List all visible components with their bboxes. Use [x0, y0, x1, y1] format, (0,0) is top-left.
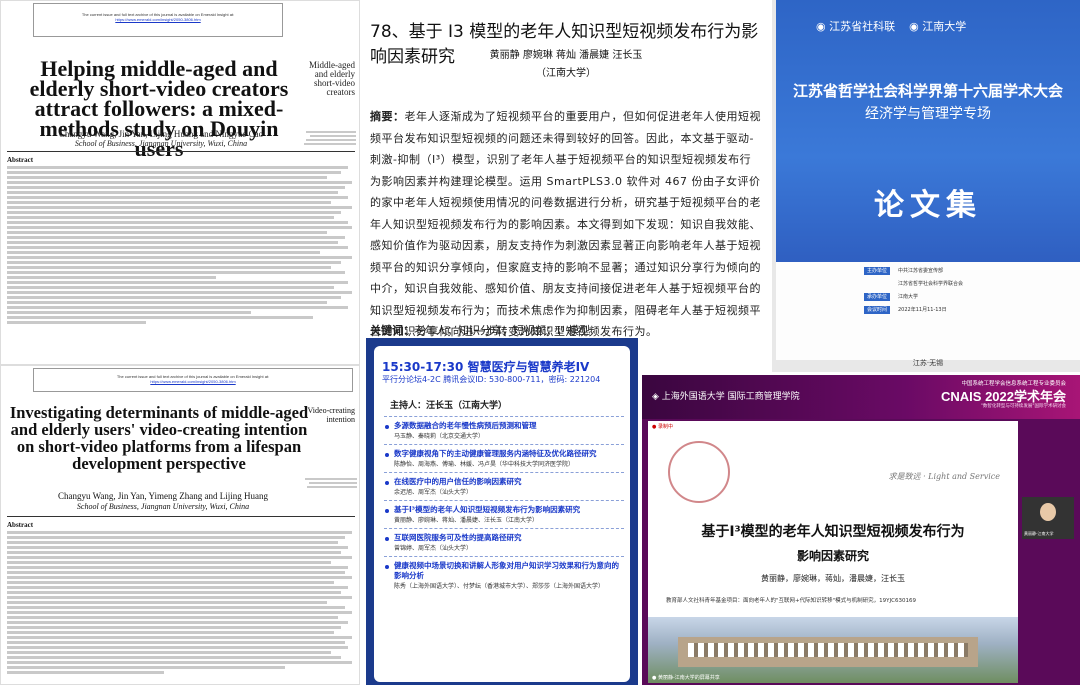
abstract-heading: Abstract	[7, 521, 34, 529]
cover-subtitle: 经济学与管理学专场	[865, 106, 991, 122]
list-item: 在线医疗中的用户信任的影响因素研究 余迟旭、周军杰（汕头大学）	[384, 472, 624, 500]
shared-slide: ● 录制中 求是致远 · Light and Service 基于I³模型的老年…	[648, 421, 1018, 683]
session-subtitle: 平行分论坛4-2C 腾讯会议ID: 530-800-711，密码: 221204	[382, 375, 601, 384]
screen-share-label: ● 黄丽静-江南大学的屏幕共享	[652, 675, 720, 681]
cn-keywords-label: 关键词：	[370, 324, 414, 337]
slide-motto: 求是致远 · Light and Service	[888, 472, 1000, 481]
presentation-screenshot: ◈ 上海外国语大学 国际工商管理学院 中国系统工程学会信息系统工程专业委员会 C…	[642, 375, 1080, 685]
paper-affiliation: School of Business, Jiangnan University,…	[76, 502, 250, 511]
paper-investigating-determinants: The current issue and full text archive …	[0, 365, 360, 685]
cover-meta: 主办单位 中共江苏省委宣传部 江苏省哲学社会科学界联合会 承办单位 江南大学 会议时…	[864, 266, 1074, 318]
conference-banner: ◈ 上海外国语大学 国际工商管理学院 中国系统工程学会信息系统工程专业委员会 C…	[642, 375, 1080, 419]
cover-blue-area: ◉ 江苏省社科联 ◉ 江南大学 江苏省哲学社会科学界第十六届学术大会 经济学与管…	[776, 0, 1080, 262]
program-list: 多源数据融合的老年慢性病预后预测和管理 马玉静、秦晓莉（北京交通大学） 数字健康视…	[384, 416, 624, 594]
journal-url[interactable]: https://www.emerald.com/insight/2050-380…	[34, 17, 282, 22]
slide-title-line2: 影响因素研究	[796, 549, 869, 563]
cn-abstract: 摘要：老年人逐渐成为了短视频平台的重要用户，但如何促进老年人使用短视频平台发布知…	[370, 106, 762, 338]
meta-value: 2022年11月11-13日	[898, 307, 947, 313]
speaker-name: 黄丽静-江南大学	[1024, 531, 1054, 536]
talk-title: 数字健康视角下的主动健康管理服务内涵特征及优化路径研究	[394, 449, 597, 458]
list-item: 基于I³模型的老年人知识型短视频发布行为影响因素研究 黄丽静、廖婉琳、蒋灿、潘晨婕…	[384, 500, 624, 528]
talk-authors: 陈静怡、周海燕、傅瑜、林媛、冯卢昊（华中科技大学同济医学院）	[394, 461, 575, 468]
received-dates	[301, 129, 356, 147]
talk-title: 互联网医院服务可及性的提高路径研究	[394, 533, 522, 542]
abstract-heading: Abstract	[7, 156, 34, 164]
running-head: Video-creating intention	[307, 406, 356, 424]
meta-value: 江南大学	[898, 294, 919, 300]
session-time: 15:30-17:30	[382, 360, 464, 374]
talk-authors: 马玉静、秦晓莉（北京交通大学）	[394, 433, 485, 440]
cover-title: 江苏省哲学社会科学界第十六届学术大会	[792, 82, 1063, 100]
chinese-paper-abstract: 78、基于 I3 模型的老年人知识型短视频发布行为影响因素研究 黄丽静 廖婉琳 …	[360, 0, 772, 338]
slide-funding: 教育部人文社科青年基金项目：面向老年人的"互联网+代际知识转移"模式与机制研究，…	[666, 598, 916, 604]
slide-title: 基于I³模型的老年人知识型短视频发布行为	[701, 524, 965, 540]
proceedings-cover: ◉ 江苏省社科联 ◉ 江南大学 江苏省哲学社会科学界第十六届学术大会 经济学与管…	[772, 0, 1080, 372]
paper-helping-elderly-creators: The current issue and full text archive …	[0, 0, 360, 365]
abstract-block: Abstract	[7, 516, 355, 676]
journal-notice-box: The current issue and full text archive …	[33, 3, 283, 37]
conference-program: 15:30-17:30 智慧医疗与智慧养老IV 平行分论坛4-2C 腾讯会议ID…	[366, 338, 638, 685]
program-header: 15:30-17:30 智慧医疗与智慧养老IV 平行分论坛4-2C 腾讯会议ID…	[374, 352, 630, 384]
list-item: 数字健康视角下的主动健康管理服务内涵特征及优化路径研究 陈静怡、周海燕、傅瑜、林媛…	[384, 444, 624, 472]
meta-tag: 承办单位	[864, 292, 890, 301]
program-card: 15:30-17:30 智慧医疗与智慧养老IV 平行分论坛4-2C 腾讯会议ID…	[374, 346, 630, 682]
speaker-avatar	[1040, 503, 1056, 521]
university-label: 上海外国语大学 国际工商管理学院	[661, 392, 800, 402]
received-dates	[299, 476, 357, 490]
list-item: 多源数据融合的老年慢性病预后预测和管理 马玉静、秦晓莉（北京交通大学）	[384, 416, 624, 444]
talk-title: 基于I³模型的老年人知识型短视频发布行为影响因素研究	[394, 505, 581, 514]
talk-authors: 曾锦婷、周军杰（汕头大学）	[394, 545, 473, 552]
talk-title: 多源数据融合的老年慢性病预后预测和管理	[394, 421, 537, 430]
session-name: 智慧医疗与智慧养老IV	[467, 360, 590, 374]
cn-paper-affiliation: （江南大学）	[536, 68, 596, 79]
talk-title: 在线医疗中的用户信任的影响因素研究	[394, 477, 522, 486]
journal-url[interactable]: https://www.emerald.com/insight/2050-380…	[34, 379, 352, 384]
university-seal-icon	[668, 441, 730, 503]
paper-title: Investigating determinants of middle-age…	[9, 403, 309, 473]
talk-authors: 黄丽静、廖婉琳、蒋灿、潘晨婕、汪长玉（江南大学）	[394, 517, 539, 524]
list-item: 互联网医院服务可及性的提高路径研究 曾锦婷、周军杰（汕头大学）	[384, 528, 624, 556]
cn-abstract-label: 摘要：	[370, 110, 405, 123]
cover-meta-row: 江苏省哲学社会科学界联合会	[864, 279, 1074, 288]
university-logo-text: 江南大学	[922, 20, 967, 33]
cover-city: 江苏·无锡	[912, 359, 944, 367]
cover-meta-row: 会议时间 2022年11月11-13日	[864, 305, 1074, 314]
cn-paper-authors: 黄丽静 廖婉琳 蒋灿 潘晨婕 汪长玉	[489, 50, 643, 61]
cover-meta-row: 主办单位 中共江苏省委宣传部	[864, 266, 1074, 275]
slide-authors: 黄丽静，廖婉琳，蒋灿，潘晨婕，汪长玉	[761, 574, 905, 583]
meta-tag	[864, 280, 890, 288]
conference-theme: "数智化转型与可持续发展"国际学术研讨会	[980, 404, 1066, 409]
meta-value: 中共江苏省委宣传部	[898, 268, 944, 274]
paper-authors: Changyu Wang, Jin Yan, Yimeng Zhang and …	[57, 491, 268, 501]
meta-tag: 会议时间	[864, 305, 890, 314]
talk-title: 健康视频中场景切换和讲解人形象对用户知识学习效果和行为意向的影响分析	[394, 561, 619, 580]
talk-authors: 陈秀（上海外国语大学）、付梦纭（香港城市大学）、郑莎莎（上海外国语大学）	[394, 583, 605, 590]
session-title: 15:30-17:30 智慧医疗与智慧养老IV	[382, 358, 589, 375]
sponsor-logo-text: 江苏省社科联	[829, 20, 896, 33]
meta-tag: 主办单位	[864, 266, 890, 275]
paper-affiliation: School of Business, Jiangnan University,…	[74, 139, 248, 148]
recording-indicator: ● 录制中	[652, 424, 673, 430]
building-windows	[688, 643, 968, 657]
cn-keywords: 关键词：老年人；知识分享；短视频；I³ 模型	[370, 322, 590, 338]
cover-page: ◉ 江苏省社科联 ◉ 江南大学 江苏省哲学社会科学界第十六届学术大会 经济学与管…	[776, 0, 1080, 367]
running-head: Middle-aged and elderly short-video crea…	[309, 60, 355, 97]
university-logo-icon: ◈	[652, 392, 659, 402]
journal-notice-box: The current issue and full text archive …	[33, 368, 353, 392]
university-logo-icon: ◉	[909, 20, 919, 33]
paper-authors: Changyu Wang, Jin Yan, Lijing Huang and …	[58, 129, 264, 139]
cover-meta-row: 承办单位 江南大学	[864, 292, 1074, 301]
cn-abstract-text: 老年人逐渐成为了短视频平台的重要用户，但如何促进老年人使用短视频平台发布知识型短…	[370, 110, 761, 338]
list-item: 健康视频中场景切换和讲解人形象对用户知识学习效果和行为意向的影响分析陈秀（上海外…	[384, 556, 624, 594]
sponsor-logo-icon: ◉	[816, 20, 826, 33]
cn-keywords-text: 老年人；知识分享；短视频；I³ 模型	[414, 324, 591, 337]
meta-value: 江苏省哲学社会科学界联合会	[898, 281, 964, 287]
cover-main-title: 论文集	[874, 188, 982, 223]
session-host: 主持人：汪长玉（江南大学）	[390, 401, 508, 411]
speaker-video-tile[interactable]: 黄丽静-江南大学	[1022, 497, 1074, 539]
university-name: ◈ 上海外国语大学 国际工商管理学院	[652, 389, 800, 402]
cover-logos: ◉ 江苏省社科联 ◉ 江南大学	[816, 18, 966, 34]
abstract-block: Abstract	[7, 151, 355, 326]
talk-authors: 余迟旭、周军杰（汕头大学）	[394, 489, 473, 496]
